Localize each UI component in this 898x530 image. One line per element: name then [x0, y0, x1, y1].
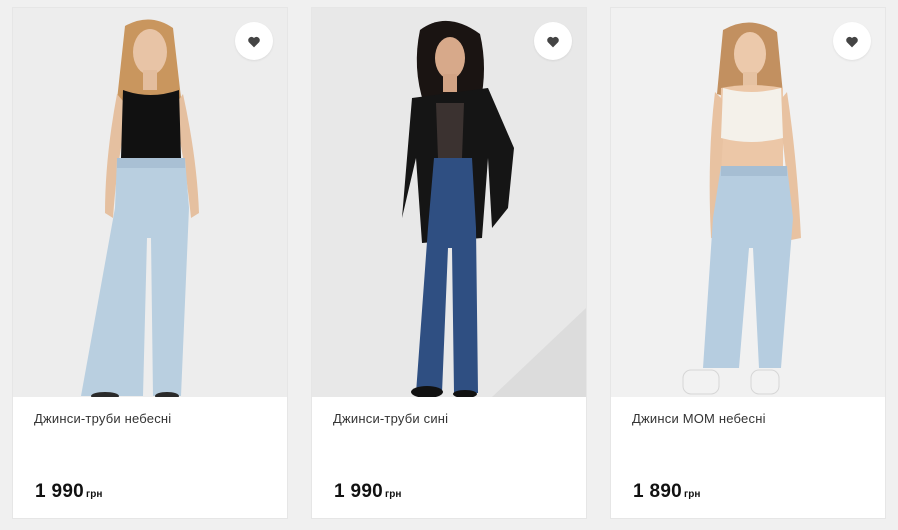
- product-price: 1 890 грн: [633, 481, 700, 503]
- heart-icon: [248, 36, 260, 47]
- product-price: 1 990 грн: [334, 481, 401, 503]
- product-name[interactable]: Джинси-труби сині: [333, 411, 570, 426]
- product-photo[interactable]: [611, 8, 885, 397]
- product-photo[interactable]: [13, 8, 287, 397]
- product-card[interactable]: Джинси-труби сині 1 990 грн: [311, 7, 587, 519]
- product-card[interactable]: Джинси-труби небесні 1 990 грн: [12, 7, 288, 519]
- product-name[interactable]: Джинси МОМ небесні: [632, 411, 869, 426]
- product-grid: Джинси-труби небесні 1 990 грн Джинси-тр…: [0, 0, 898, 530]
- price-currency: грн: [385, 489, 402, 500]
- price-amount: 1 990: [334, 481, 384, 502]
- model-photo-illustration: [611, 8, 885, 397]
- model-photo-illustration: [13, 8, 287, 397]
- heart-icon: [547, 36, 559, 47]
- price-amount: 1 990: [35, 481, 85, 502]
- favorite-button[interactable]: [833, 22, 871, 60]
- product-photo[interactable]: [312, 8, 586, 397]
- product-card[interactable]: Джинси МОМ небесні 1 890 грн: [610, 7, 886, 519]
- product-price: 1 990 грн: [35, 481, 102, 503]
- price-currency: грн: [684, 489, 701, 500]
- favorite-button[interactable]: [534, 22, 572, 60]
- model-photo-illustration: [312, 8, 586, 397]
- price-currency: грн: [86, 489, 103, 500]
- favorite-button[interactable]: [235, 22, 273, 60]
- heart-icon: [846, 36, 858, 47]
- price-amount: 1 890: [633, 481, 683, 502]
- product-name[interactable]: Джинси-труби небесні: [34, 411, 271, 426]
